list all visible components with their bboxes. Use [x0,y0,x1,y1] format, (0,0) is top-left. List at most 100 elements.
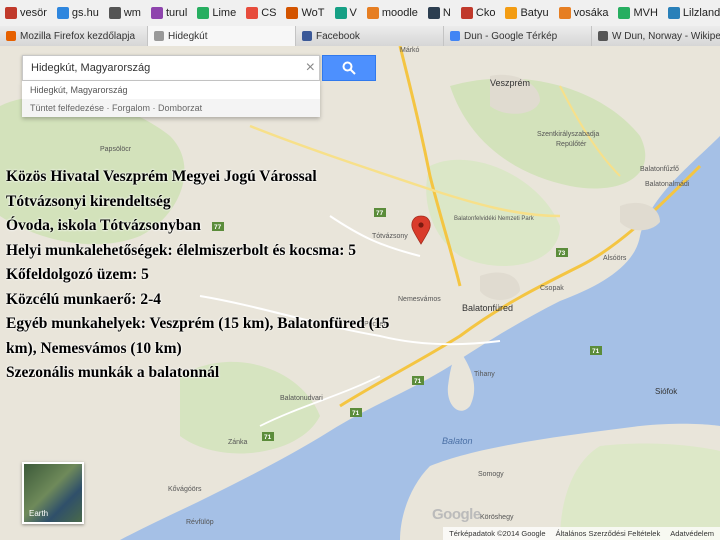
bookmark-label: V [349,7,357,19]
tab-favicon-icon [302,31,312,41]
bookmark-icon [460,7,473,19]
info-line: Közös Hivatal Veszprém Megyei Jogú Város… [6,168,317,185]
bookmark-label: vosáka [573,7,609,19]
bookmark-item[interactable]: wm [104,7,146,19]
tab-label: W Dun, Norway - Wikipedia, t [612,30,720,42]
info-text-overlay: Közös Hivatal Veszprém Megyei Jogú Város… [6,165,406,386]
map-label-marko: Márkó [400,47,420,54]
privacy-link[interactable]: Adatvédelem [670,529,714,538]
bookmark-label: Cko [475,7,496,19]
map-label-korheaj: Köröshegy [480,514,514,521]
svg-text:71: 71 [264,434,272,441]
bookmark-label: Lime [212,7,237,19]
map-label-somogy: Somogy [478,471,504,478]
map-label-repuloter: Repülőtér [556,141,587,148]
map-label-papsolcr: Papsölöcr [100,146,132,153]
info-line: Helyi munkalehetőségek: élelmiszerbolt é… [6,241,356,259]
bookmark-item[interactable]: V [330,7,362,19]
clear-search-icon[interactable]: × [306,59,315,77]
svg-text:71: 71 [414,378,422,385]
search-input[interactable] [23,56,299,80]
bookmark-icon [108,7,121,19]
svg-text:73: 73 [558,250,566,257]
browser-tab[interactable]: Mozilla Firefox kezdőlapja [0,26,148,46]
bookmark-icon [286,7,299,19]
bookmark-icon [618,7,631,19]
tab-label: Mozilla Firefox kezdőlapja [20,30,136,42]
bookmark-icon [427,7,440,19]
map-label-park: Balatonfelvidéki Nemzeti Park [454,216,535,222]
google-logo: Google [432,506,481,523]
map-label-revfulop: Révfülöp [186,519,214,526]
bookmark-item[interactable]: gs.hu [52,7,104,19]
bookmark-icon [5,7,17,19]
bookmark-item[interactable]: MVH [613,7,662,19]
map-footer: Térképadatok ©2014 Google Általános Szer… [443,527,720,540]
bookmark-icon [150,7,163,19]
terms-link[interactable]: Általános Szerződési Feltételek [556,529,661,538]
map-label-veszprem: Veszprém [490,78,530,88]
bookmark-label: vesör [20,7,47,19]
bookmark-icon [667,7,680,19]
map-label-zanka: Zánka [228,439,248,446]
info-line: Közcélú munkaerő: 2-4 [6,290,161,308]
map-label-csopak: Csopak [540,285,564,292]
bookmark-item[interactable]: vesör [0,7,52,19]
search-icon [342,61,356,75]
map-label-szentkiraly: Szentkirályszabadja [537,131,599,138]
info-line: Tótvázsonyi kirendeltség [6,192,171,210]
earth-label: Earth [29,509,49,518]
bookmark-icon [246,7,259,19]
browser-tab[interactable]: Facebook [296,26,444,46]
browser-tab[interactable]: Hidegkút [148,26,296,46]
browser-tab[interactable]: Dun - Google Térkép [444,26,592,46]
map-search-box: × [22,55,320,81]
bookmark-item[interactable]: turul [146,7,192,19]
bookmark-item[interactable]: Batyu [500,7,553,19]
bookmark-item[interactable]: Cko [456,7,501,19]
bookmark-item[interactable]: vosáka [554,7,614,19]
tab-favicon-icon [450,31,460,41]
map-label-balaton: Balaton [442,436,473,446]
map-data-credit: Térképadatok ©2014 Google [449,529,546,538]
map-label-balatonfured: Balatonfüred [462,303,513,313]
search-button[interactable] [322,55,376,81]
bookmark-icon [366,7,379,19]
svg-text:71: 71 [352,410,360,417]
info-line: Óvoda, iskola Tótvázsonyban [6,217,201,234]
bookmark-item[interactable]: CS [241,7,281,19]
bookmark-icon [334,7,347,19]
bookmark-label: moodle [381,7,418,19]
bookmark-icon [56,7,69,19]
map-label-tihany: Tihany [474,371,495,378]
bookmark-item[interactable]: Lime [192,7,241,19]
suggestion-item[interactable]: Hidegkút, Magyarország [22,81,320,99]
tab-label: Hidegkút [168,30,208,42]
map-label-alsoors: Alsóörs [603,255,627,262]
bookmark-label: WoT [301,7,325,19]
bookmark-label: Batyu [520,7,549,19]
bookmark-icon [558,7,571,19]
earth-view-toggle[interactable]: Earth [22,462,84,524]
bookmark-icon [197,7,210,19]
search-suggestions: Hidegkút, Magyarország Tüntet felfedezés… [22,81,320,117]
bookmark-item[interactable]: moodle [362,7,423,19]
bookmark-label: gs.hu [71,7,99,19]
bookmark-item[interactable]: N [423,7,456,19]
bookmark-item[interactable]: WoT [281,7,329,19]
bookmark-item[interactable]: Lilzland [663,7,720,19]
bookmarks-toolbar: vesör gs.hu wm turul Lime CS WoT Vmoodle N Cko Bat… [0,0,720,27]
map-label-siofok: Siófok [655,387,678,396]
tab-strip: Mozilla Firefox kezdőlapja Hidegkút Facebo… [0,26,720,47]
explore-links[interactable]: Tüntet felfedezése · Forgalom · Domborza… [22,99,320,117]
svg-text:71: 71 [592,348,600,355]
bookmark-label: Lilzland [682,7,720,19]
tab-label: Facebook [316,30,360,42]
bookmark-label: turul [165,7,188,19]
bookmark-label: N [442,7,451,19]
map-label-balatonfuzfo: Balatonfűzfő [640,166,679,173]
map-label-kovagoors: Kővágóörs [168,486,202,493]
info-line: Szezonális munkák a balatonnál [6,364,220,381]
browser-tab[interactable]: W Dun, Norway - Wikipedia, t [592,26,720,46]
info-line: Egyéb munkahelyek: Veszprém (15 km), Bal… [6,315,390,357]
